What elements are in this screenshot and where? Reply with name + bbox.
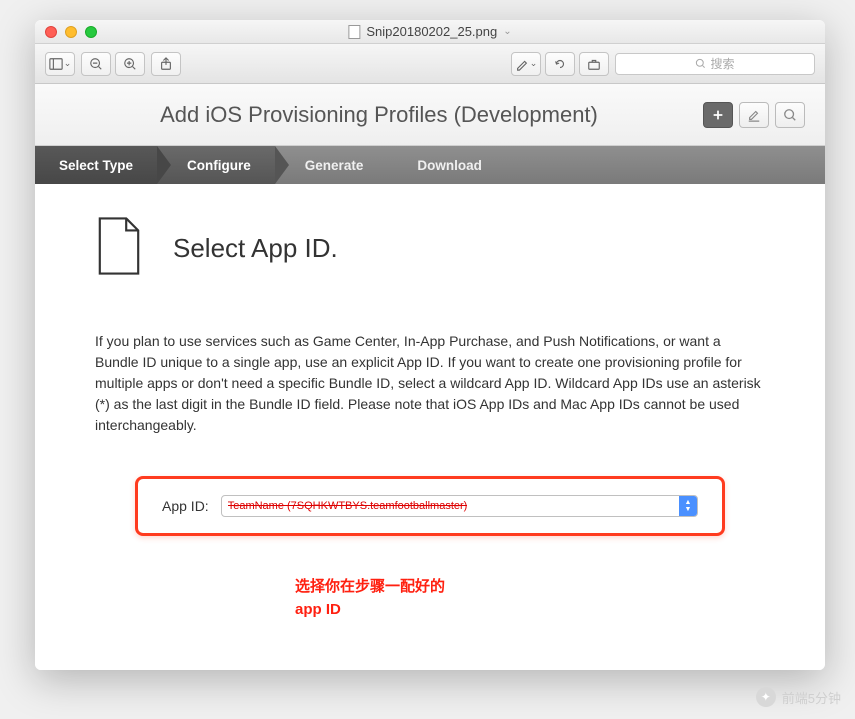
sidebar-toggle-button[interactable]: ⌄: [45, 52, 75, 76]
window-controls: [35, 26, 97, 38]
app-id-highlight-box: App ID: TeamName (7SQHKWTBYS.teamfootbal…: [135, 476, 725, 536]
main-content: Select App ID. If you plan to use servic…: [35, 184, 825, 670]
step-generate: Generate: [275, 146, 388, 184]
edit-button[interactable]: [739, 102, 769, 128]
share-button[interactable]: [151, 52, 181, 76]
watermark-text: 前端5分钟: [782, 688, 841, 707]
watermark: ✦ 前端5分钟: [756, 687, 841, 707]
close-window-button[interactable]: [45, 26, 57, 38]
step-download: Download: [387, 146, 506, 184]
file-icon: [348, 25, 360, 39]
page-title: Add iOS Provisioning Profiles (Developme…: [55, 102, 703, 128]
toolbar: ⌄ ⌄ 搜: [35, 44, 825, 84]
search-input[interactable]: 搜索: [615, 53, 815, 75]
step-configure[interactable]: Configure: [157, 146, 275, 184]
preview-window: Snip20180202_25.png ⌄ ⌄ ⌄: [35, 20, 825, 670]
zoom-in-button[interactable]: [115, 52, 145, 76]
step-navigation: Select Type Configure Generate Download: [35, 146, 825, 184]
content-area: Add iOS Provisioning Profiles (Developme…: [35, 84, 825, 670]
toolbox-button[interactable]: [579, 52, 609, 76]
titlebar: Snip20180202_25.png ⌄: [35, 20, 825, 44]
maximize-window-button[interactable]: [85, 26, 97, 38]
section-description: If you plan to use services such as Game…: [95, 331, 765, 436]
search-placeholder: 搜索: [710, 55, 734, 72]
app-id-value: TeamName (7SQHKWTBYS.teamfootballmaster): [228, 500, 468, 512]
zoom-out-button[interactable]: [81, 52, 111, 76]
markup-button[interactable]: ⌄: [511, 52, 541, 76]
select-arrows-icon: ▲▼: [679, 496, 697, 516]
rotate-button[interactable]: [545, 52, 575, 76]
filename-label: Snip20180202_25.png: [366, 24, 497, 39]
minimize-window-button[interactable]: [65, 26, 77, 38]
search-button[interactable]: [775, 102, 805, 128]
add-button[interactable]: [703, 102, 733, 128]
wechat-icon: ✦: [756, 687, 776, 707]
app-id-label: App ID:: [162, 498, 209, 514]
annotation-line1: 选择你在步骤一配好的: [295, 576, 765, 599]
document-icon: [95, 216, 143, 281]
chevron-down-icon[interactable]: ⌄: [503, 26, 511, 37]
page-header: Add iOS Provisioning Profiles (Developme…: [35, 84, 825, 146]
step-select-type[interactable]: Select Type: [35, 146, 157, 184]
app-id-select[interactable]: TeamName (7SQHKWTBYS.teamfootballmaster)…: [221, 495, 698, 517]
annotation-text: 选择你在步骤一配好的 app ID: [295, 576, 765, 621]
section-heading: Select App ID.: [173, 233, 338, 264]
window-title: Snip20180202_25.png ⌄: [348, 24, 511, 39]
annotation-line2: app ID: [295, 599, 765, 622]
